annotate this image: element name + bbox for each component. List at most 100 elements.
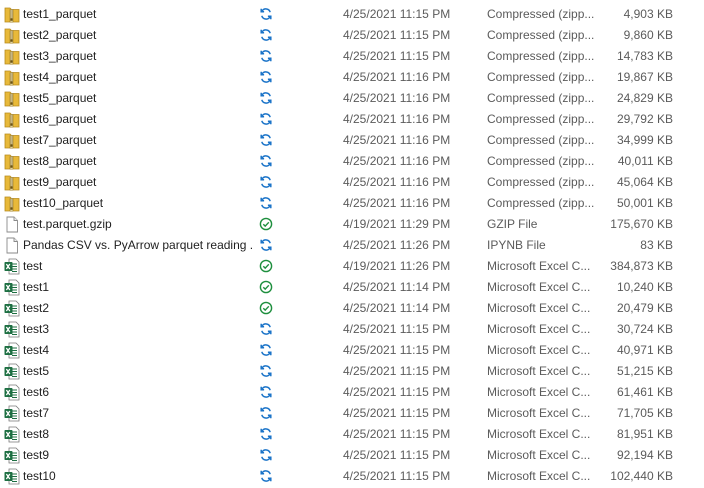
file-type: Microsoft Excel C... <box>487 301 591 315</box>
file-size: 29,792 KB <box>616 112 673 126</box>
excel-file-icon <box>4 363 20 380</box>
file-row[interactable]: test.parquet.gzip 4/19/2021 11:29 PM GZI… <box>0 214 704 235</box>
sync-pending-icon <box>259 448 275 464</box>
sync-pending-icon <box>259 91 275 107</box>
file-name: test4 <box>23 343 50 357</box>
excel-file-icon <box>4 426 20 443</box>
file-size: 45,064 KB <box>616 175 673 189</box>
file-row[interactable]: test9 4/25/2021 11:15 PM Microsoft Excel… <box>0 445 704 466</box>
file-name: test8 <box>23 427 50 441</box>
sync-pending-icon <box>259 322 275 338</box>
file-date-modified: 4/25/2021 11:15 PM <box>343 322 451 336</box>
excel-file-icon <box>4 468 20 485</box>
file-date-modified: 4/25/2021 11:15 PM <box>343 343 451 357</box>
file-row[interactable]: test8 4/25/2021 11:15 PM Microsoft Excel… <box>0 424 704 445</box>
file-size: 19,867 KB <box>616 70 673 84</box>
file-name: test1_parquet <box>23 7 97 21</box>
zip-folder-icon <box>4 195 20 212</box>
file-name: test3_parquet <box>23 49 97 63</box>
file-size: 83 KB <box>640 238 673 252</box>
file-type: Microsoft Excel C... <box>487 385 591 399</box>
file-date-modified: 4/25/2021 11:15 PM <box>343 49 451 63</box>
file-row[interactable]: test3_parquet 4/25/2021 11:15 PM Compres… <box>0 46 704 67</box>
file-row[interactable]: Pandas CSV vs. PyArrow parquet reading .… <box>0 235 704 256</box>
excel-file-icon <box>4 321 20 338</box>
file-row[interactable]: test6 4/25/2021 11:15 PM Microsoft Excel… <box>0 382 704 403</box>
file-date-modified: 4/25/2021 11:15 PM <box>343 364 451 378</box>
file-date-modified: 4/25/2021 11:16 PM <box>343 154 451 168</box>
sync-pending-icon <box>259 112 275 128</box>
excel-file-icon <box>4 405 20 422</box>
file-type: Compressed (zipp... <box>487 112 595 126</box>
file-size: 14,783 KB <box>616 49 673 63</box>
file-row[interactable]: test5_parquet 4/25/2021 11:16 PM Compres… <box>0 88 704 109</box>
zip-folder-icon <box>4 69 20 86</box>
file-row[interactable]: test7 4/25/2021 11:15 PM Microsoft Excel… <box>0 403 704 424</box>
file-row[interactable]: test2_parquet 4/25/2021 11:15 PM Compres… <box>0 25 704 46</box>
synced-check-icon <box>259 259 275 275</box>
file-type: IPYNB File <box>487 238 546 252</box>
file-name: test9_parquet <box>23 175 97 189</box>
file-name: test5 <box>23 364 50 378</box>
file-row[interactable]: test3 4/25/2021 11:15 PM Microsoft Excel… <box>0 319 704 340</box>
file-date-modified: 4/25/2021 11:14 PM <box>343 301 451 315</box>
sync-pending-icon <box>259 28 275 44</box>
file-size: 40,971 KB <box>616 343 673 357</box>
file-date-modified: 4/19/2021 11:29 PM <box>343 217 451 231</box>
file-type: Compressed (zipp... <box>487 49 595 63</box>
file-type: Compressed (zipp... <box>487 175 595 189</box>
file-name: test7_parquet <box>23 133 97 147</box>
file-size: 61,461 KB <box>616 385 673 399</box>
file-name: test7 <box>23 406 50 420</box>
file-name: test6_parquet <box>23 112 97 126</box>
file-type: Compressed (zipp... <box>487 70 595 84</box>
sync-pending-icon <box>259 427 275 443</box>
file-date-modified: 4/25/2021 11:16 PM <box>343 196 451 210</box>
file-row[interactable]: test9_parquet 4/25/2021 11:16 PM Compres… <box>0 172 704 193</box>
zip-folder-icon <box>4 174 20 191</box>
file-row[interactable]: test2 4/25/2021 11:14 PM Microsoft Excel… <box>0 298 704 319</box>
sync-pending-icon <box>259 238 275 254</box>
file-size: 9,860 KB <box>623 28 673 42</box>
file-date-modified: 4/25/2021 11:26 PM <box>343 238 451 252</box>
sync-pending-icon <box>259 49 275 65</box>
file-size: 50,001 KB <box>616 196 673 210</box>
file-date-modified: 4/25/2021 11:15 PM <box>343 427 451 441</box>
file-size: 102,440 KB <box>610 469 673 483</box>
file-size: 24,829 KB <box>616 91 673 105</box>
file-type: Compressed (zipp... <box>487 133 595 147</box>
file-name: test.parquet.gzip <box>23 217 112 231</box>
file-row[interactable]: test1 4/25/2021 11:14 PM Microsoft Excel… <box>0 277 704 298</box>
file-row[interactable]: test10 4/25/2021 11:15 PM Microsoft Exce… <box>0 466 704 487</box>
excel-file-icon <box>4 258 20 275</box>
file-row[interactable]: test 4/19/2021 11:26 PM Microsoft Excel … <box>0 256 704 277</box>
file-row[interactable]: test4 4/25/2021 11:15 PM Microsoft Excel… <box>0 340 704 361</box>
file-row[interactable]: test10_parquet 4/25/2021 11:16 PM Compre… <box>0 193 704 214</box>
sync-pending-icon <box>259 385 275 401</box>
file-size: 34,999 KB <box>616 133 673 147</box>
file-row[interactable]: test4_parquet 4/25/2021 11:16 PM Compres… <box>0 67 704 88</box>
zip-folder-icon <box>4 27 20 44</box>
synced-check-icon <box>259 301 275 317</box>
file-type: Microsoft Excel C... <box>487 364 591 378</box>
file-row[interactable]: test7_parquet 4/25/2021 11:16 PM Compres… <box>0 130 704 151</box>
file-type: Microsoft Excel C... <box>487 259 591 273</box>
file-type: Compressed (zipp... <box>487 196 595 210</box>
file-row[interactable]: test5 4/25/2021 11:15 PM Microsoft Excel… <box>0 361 704 382</box>
zip-folder-icon <box>4 132 20 149</box>
file-row[interactable]: test8_parquet 4/25/2021 11:16 PM Compres… <box>0 151 704 172</box>
blank-file-icon <box>4 237 20 254</box>
sync-pending-icon <box>259 175 275 191</box>
sync-pending-icon <box>259 7 275 23</box>
zip-folder-icon <box>4 90 20 107</box>
file-name: test5_parquet <box>23 91 97 105</box>
file-name: test10_parquet <box>23 196 104 210</box>
synced-check-icon <box>259 217 275 233</box>
sync-pending-icon <box>259 196 275 212</box>
file-type: Microsoft Excel C... <box>487 406 591 420</box>
file-row[interactable]: test6_parquet 4/25/2021 11:16 PM Compres… <box>0 109 704 130</box>
zip-folder-icon <box>4 6 20 23</box>
file-row[interactable]: test1_parquet 4/25/2021 11:15 PM Compres… <box>0 4 704 25</box>
sync-pending-icon <box>259 343 275 359</box>
file-type: Microsoft Excel C... <box>487 280 591 294</box>
